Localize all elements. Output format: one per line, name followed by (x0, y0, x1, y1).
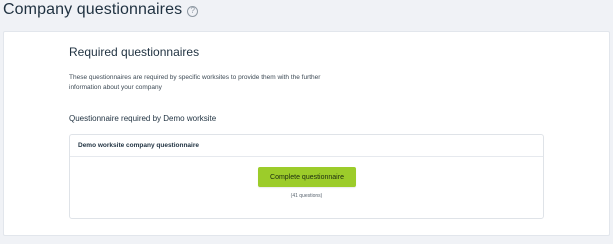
help-circle-icon[interactable]: ? (187, 5, 199, 17)
section-description: These questionnaires are required by spe… (69, 74, 321, 91)
questionnaire-box: Demo worksite company questionnaire Comp… (69, 134, 544, 219)
page-title: Company questionnaires (3, 1, 183, 18)
questionnaire-name: Demo worksite company questionnaire (70, 135, 543, 157)
complete-questionnaire-button[interactable]: Complete questionnaire (258, 167, 356, 187)
page-header: Company questionnaires ? (3, 1, 199, 19)
question-count: (41 questions) (290, 193, 323, 199)
questionnaire-group-title: Questionnaire required by Demo worksite (69, 114, 217, 123)
section-title: Required questionnaires (69, 45, 200, 59)
required-questionnaires-card: Required questionnaires These questionna… (3, 31, 610, 236)
